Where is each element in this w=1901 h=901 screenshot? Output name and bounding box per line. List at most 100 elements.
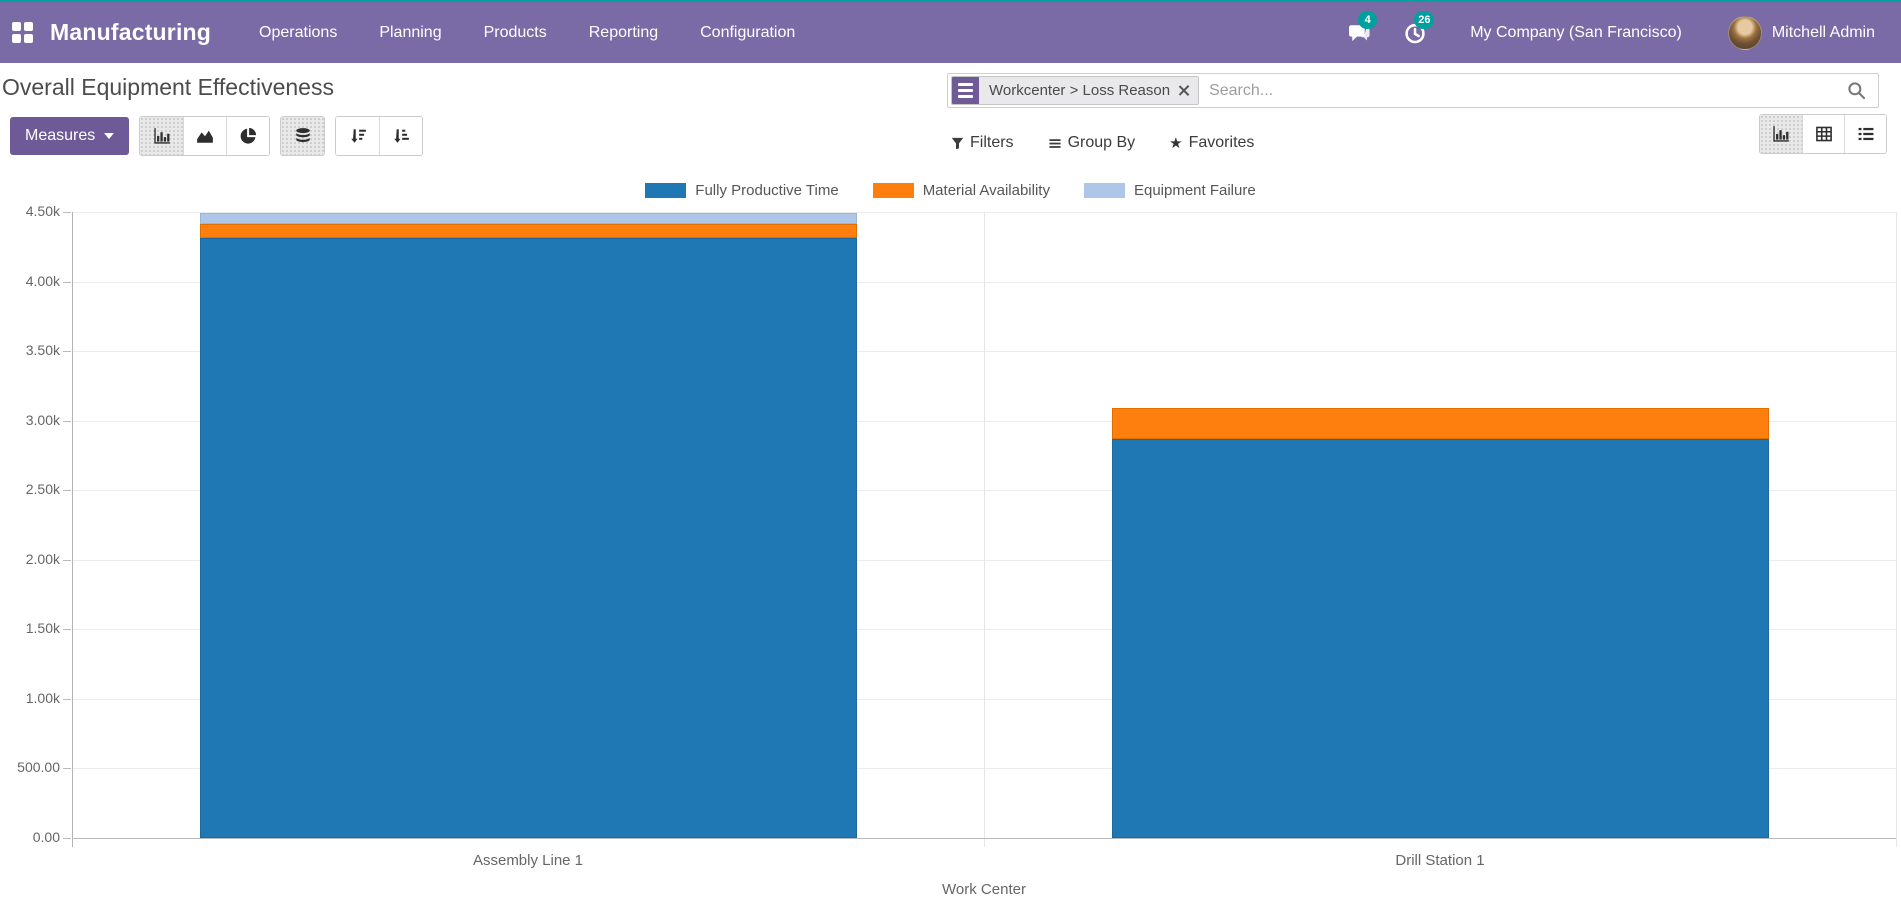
stacked-group — [280, 116, 325, 156]
apps-square — [12, 22, 21, 31]
stacked-button[interactable] — [281, 117, 324, 155]
legend-swatch — [645, 183, 686, 198]
view-switcher — [1759, 114, 1887, 154]
y-axis-label: 500.00 — [0, 759, 60, 775]
y-axis-tick — [63, 490, 71, 491]
group-by-button[interactable]: Group By — [1048, 134, 1136, 152]
page-title: Overall Equipment Effectiveness — [2, 74, 334, 101]
y-axis-label: 3.00k — [0, 412, 60, 428]
legend-label: Equipment Failure — [1134, 182, 1256, 199]
x-axis-title: Work Center — [834, 881, 1134, 898]
line-chart-button[interactable] — [183, 117, 226, 155]
y-axis-label: 3.50k — [0, 342, 60, 358]
legend-swatch — [873, 183, 914, 198]
x-axis-label: Assembly Line 1 — [378, 852, 678, 869]
bar-segment[interactable] — [1112, 408, 1769, 439]
search-facet: Workcenter > Loss Reason — [951, 76, 1199, 105]
sort-asc-icon — [392, 127, 410, 145]
bar-segment[interactable] — [200, 213, 857, 223]
search-box: Workcenter > Loss Reason — [947, 73, 1879, 108]
main-menu: Operations Planning Products Reporting C… — [259, 24, 795, 42]
bar-segment[interactable] — [1112, 439, 1769, 838]
bar-chart-icon — [153, 127, 171, 145]
gridline-vertical — [984, 212, 985, 847]
y-axis-tick — [63, 212, 71, 213]
messages-button[interactable]: 4 — [1344, 18, 1374, 48]
y-axis-tick — [63, 560, 71, 561]
app-name[interactable]: Manufacturing — [50, 19, 211, 46]
bar-chart-button[interactable] — [140, 117, 183, 155]
apps-square — [24, 34, 33, 43]
group-by-facet-icon — [952, 77, 979, 104]
list-view-button[interactable] — [1844, 115, 1886, 153]
bar-segment[interactable] — [200, 224, 857, 239]
measures-button[interactable]: Measures — [10, 117, 129, 155]
filters-button[interactable]: Filters — [951, 134, 1014, 152]
activities-button[interactable]: 26 — [1400, 18, 1430, 48]
legend-label: Material Availability — [923, 182, 1050, 199]
systray: 4 26 My Company (San Francisco) Mitchell… — [1318, 16, 1875, 50]
search-icon[interactable] — [1847, 81, 1866, 100]
list-view-icon — [1857, 125, 1875, 143]
graph-view-button[interactable] — [1760, 115, 1802, 153]
main-navbar: Manufacturing Operations Planning Produc… — [0, 2, 1901, 63]
pie-chart-button[interactable] — [226, 117, 269, 155]
y-axis-label: 1.00k — [0, 690, 60, 706]
apps-menu-icon[interactable] — [12, 22, 34, 44]
pie-chart-icon — [239, 127, 257, 145]
y-axis-label: 2.50k — [0, 481, 60, 497]
x-axis-line — [72, 838, 1896, 839]
legend-item[interactable]: Material Availability — [873, 182, 1050, 199]
messages-badge: 4 — [1358, 11, 1377, 29]
bar-segment[interactable] — [200, 238, 857, 838]
group-by-icon — [1048, 137, 1062, 150]
favorites-button[interactable]: ★ Favorites — [1169, 134, 1254, 152]
facet-remove-icon[interactable] — [1178, 85, 1189, 96]
user-name: Mitchell Admin — [1772, 24, 1875, 42]
sort-asc-button[interactable] — [379, 117, 422, 155]
odoo-manufacturing-window: Manufacturing Operations Planning Produc… — [0, 0, 1901, 901]
menu-operations[interactable]: Operations — [259, 24, 337, 42]
activities-badge: 26 — [1414, 11, 1434, 29]
apps-square — [12, 34, 21, 43]
y-axis-label: 1.50k — [0, 620, 60, 636]
graph-toolbar: Measures — [10, 116, 423, 156]
y-axis-tick — [63, 699, 71, 700]
legend-item[interactable]: Equipment Failure — [1084, 182, 1256, 199]
legend-label: Fully Productive Time — [695, 182, 838, 199]
y-axis-tick — [63, 282, 71, 283]
y-axis-tick — [63, 629, 71, 630]
stack-icon — [294, 127, 312, 145]
apps-square — [24, 22, 33, 31]
y-axis-tick — [63, 351, 71, 352]
gridline-vertical — [1896, 212, 1897, 847]
search-options: Filters Group By ★ Favorites — [951, 127, 1254, 159]
facet-label: Workcenter > Loss Reason — [989, 82, 1170, 99]
user-menu[interactable]: Mitchell Admin — [1728, 16, 1875, 50]
area-chart-icon — [196, 127, 214, 145]
measures-label: Measures — [25, 127, 95, 145]
sort-desc-icon — [349, 127, 367, 145]
search-input[interactable] — [1199, 82, 1847, 100]
sort-desc-button[interactable] — [336, 117, 379, 155]
pivot-view-icon — [1815, 125, 1833, 143]
y-axis-line — [72, 212, 73, 847]
chart-type-group — [139, 116, 270, 156]
y-axis-tick — [63, 421, 71, 422]
x-axis-label: Drill Station 1 — [1290, 852, 1590, 869]
avatar — [1728, 16, 1762, 50]
filter-icon — [951, 137, 964, 150]
y-axis-label: 2.00k — [0, 551, 60, 567]
menu-products[interactable]: Products — [484, 24, 547, 42]
pivot-view-button[interactable] — [1802, 115, 1844, 153]
star-icon: ★ — [1169, 134, 1182, 152]
menu-configuration[interactable]: Configuration — [700, 24, 795, 42]
menu-planning[interactable]: Planning — [379, 24, 441, 42]
y-axis-tick — [63, 768, 71, 769]
company-switcher[interactable]: My Company (San Francisco) — [1470, 24, 1682, 42]
menu-reporting[interactable]: Reporting — [589, 24, 658, 42]
legend-item[interactable]: Fully Productive Time — [645, 182, 838, 199]
sort-group — [335, 116, 423, 156]
y-axis-label: 4.00k — [0, 273, 60, 289]
y-axis-tick — [63, 838, 71, 839]
